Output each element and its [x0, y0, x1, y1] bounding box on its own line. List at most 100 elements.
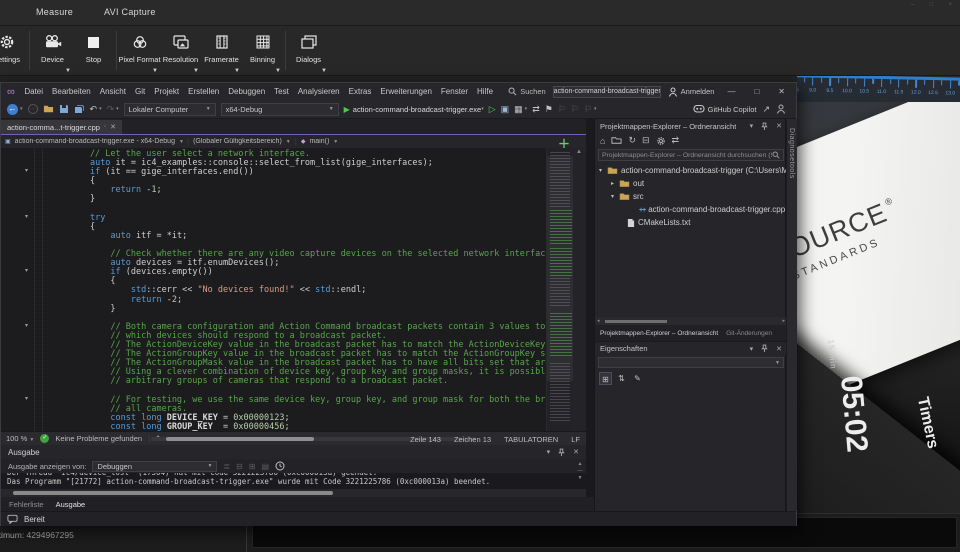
line-indicator[interactable]: Zeile 143 — [410, 435, 441, 444]
minimap[interactable] — [546, 148, 573, 431]
properties-object-combo[interactable]: ▼ — [598, 357, 784, 368]
menu-test[interactable]: Test — [270, 87, 294, 96]
property-pages-icon[interactable]: ✎ — [631, 372, 644, 385]
menu-bearbeiten[interactable]: Bearbeiten — [48, 87, 96, 96]
close-panel-icon[interactable]: ✕ — [573, 448, 579, 456]
capture-button-stop[interactable]: Stop — [73, 26, 114, 75]
configuration-combo[interactable]: x64-Debug▼ — [221, 103, 339, 116]
menu-debuggen[interactable]: Debuggen — [224, 87, 270, 96]
open-folder-icon[interactable] — [43, 104, 54, 114]
scroll-up-icon[interactable]: ▲ — [576, 149, 582, 155]
bookmark-icon[interactable]: ⚐ — [584, 105, 592, 114]
capture-button-device[interactable]: Device▼ — [32, 26, 73, 75]
tree-item-cmakelists-txt[interactable]: CMakeLists.txt — [595, 216, 787, 229]
minimize-button[interactable]: — — [721, 87, 741, 96]
undo-button[interactable]: ↶ — [90, 105, 98, 114]
capture-window-controls[interactable]: – □ × — [911, 2, 956, 8]
capture-button-binning[interactable]: Binning▼ — [242, 26, 283, 75]
navigate-forward-button[interactable]: → — [28, 104, 38, 114]
bookmark-icon[interactable]: ⚑ — [545, 105, 553, 114]
project-context-combo[interactable]: ▣action-command-broadcast-trigger.exe - … — [5, 138, 183, 145]
bookmark-icon[interactable]: ⚐ — [558, 105, 566, 114]
compare-icon[interactable]: ⇄ — [672, 135, 680, 146]
capture-button-dialogs[interactable]: Dialogs▼ — [288, 26, 329, 75]
categorized-icon[interactable]: ⊞ — [599, 372, 612, 385]
scroll-right-icon[interactable]: ▸ — [782, 318, 785, 324]
no-problems-check-icon[interactable]: ✓ — [40, 434, 49, 443]
code-editor[interactable]: // Let the user select a network interfa… — [1, 148, 586, 431]
capture-button-resolution[interactable]: Resolution▼ — [160, 26, 201, 75]
menu-datei[interactable]: Datei — [20, 87, 48, 96]
navigate-back-button[interactable]: ← — [7, 104, 18, 115]
scrollbar-thumb[interactable] — [13, 491, 333, 495]
explorer-tab-projektmappen-explorer-ordneransicht[interactable]: Projektmappen-Explorer – Ordneransicht — [600, 330, 718, 337]
panel-tab-ausgabe[interactable]: Ausgabe — [56, 500, 86, 509]
indent-indicator[interactable]: TABULATOREN — [504, 435, 558, 444]
expanded-icon[interactable]: ▾ — [609, 193, 616, 200]
solution-search-box[interactable]: Projektmappen-Explorer – Ordneransicht d… — [598, 149, 784, 161]
chevron-down-icon[interactable]: ▾ — [750, 345, 754, 353]
scroll-left-icon[interactable]: ◂ — [597, 318, 600, 324]
scope-combo[interactable]: (Globaler Gültigkeitsbereich)▼ — [193, 138, 291, 145]
save-icon[interactable] — [59, 104, 69, 114]
output-tool-icon[interactable]: ⊞ — [249, 462, 256, 471]
output-source-combo[interactable]: Debuggen▼ — [92, 461, 217, 472]
chevron-down-icon[interactable]: ▾ — [750, 122, 754, 130]
capture-button-pixel-format[interactable]: Pixel Format▼ — [119, 26, 160, 75]
sign-in-button[interactable]: Anmelden — [668, 87, 715, 97]
switch-views-icon[interactable] — [611, 136, 622, 145]
bookmark-icon[interactable]: ⚐ — [571, 105, 579, 114]
github-copilot-button[interactable]: GitHub Copilot — [693, 104, 757, 114]
output-tool-icon[interactable]: ≣ — [223, 462, 230, 471]
eol-indicator[interactable]: LF — [571, 435, 580, 444]
pin-icon[interactable] — [761, 344, 768, 353]
run-without-debug-button[interactable]: ▷ — [489, 105, 496, 114]
output-tool-icon[interactable]: ▤ — [262, 462, 270, 471]
clock-icon[interactable] — [275, 461, 285, 471]
capture-tab-avi-capture[interactable]: AVI Capture — [104, 7, 156, 17]
chevron-down-icon[interactable]: ▾ — [547, 448, 551, 456]
pin-icon[interactable] — [761, 122, 768, 131]
zoom-combo[interactable]: 100 % ▼ — [6, 434, 34, 443]
search-box[interactable]: Suchen — [508, 87, 545, 96]
grid-tool-icon[interactable]: ▦ — [514, 105, 523, 114]
gear-icon[interactable] — [656, 136, 666, 146]
collapse-all-icon[interactable]: ⊟ — [642, 135, 650, 146]
debug-target-combo[interactable]: Lokaler Computer▼ — [124, 103, 216, 116]
menu-ansicht[interactable]: Ansicht — [95, 87, 130, 96]
menu-erweiterungen[interactable]: Erweiterungen — [376, 87, 437, 96]
capture-button-framerate[interactable]: Framerate▼ — [201, 26, 242, 75]
minimap-viewport[interactable] — [547, 156, 574, 381]
output-scrollbar[interactable]: ▲—▼ — [575, 461, 585, 489]
explorer-tab-git-nderungen[interactable]: Git-Änderungen — [726, 330, 772, 337]
close-panel-icon[interactable]: ✕ — [776, 122, 782, 130]
editor-vertical-scrollbar[interactable]: ▲ — [573, 148, 586, 431]
refresh-icon[interactable]: ↻ — [628, 135, 636, 146]
view-switcher-icon[interactable]: ▣ — [501, 105, 510, 114]
save-all-icon[interactable] — [74, 104, 85, 114]
tree-item-out[interactable]: ▸out — [595, 177, 787, 190]
scrollbar-thumb[interactable] — [605, 320, 667, 323]
menu-analysieren[interactable]: Analysieren — [293, 87, 344, 96]
maximize-button[interactable]: □ — [748, 87, 765, 96]
start-debugging-button[interactable]: ▶action-command-broadcast-trigger.exe▾ — [344, 105, 484, 114]
close-panel-icon[interactable]: ✕ — [776, 345, 782, 353]
close-tab-icon[interactable]: ✕ — [110, 123, 116, 131]
capture-tab-measure[interactable]: Measure — [36, 7, 73, 17]
scrollbar-thumb[interactable] — [166, 437, 314, 441]
redo-button[interactable]: ↷ — [107, 105, 115, 114]
fold-marker[interactable]: ▾ — [25, 322, 28, 329]
document-tab[interactable]: action-comma...t-trigger.cpp ◦ ✕ — [1, 120, 122, 134]
menu-fenster[interactable]: Fenster — [436, 87, 472, 96]
panel-horizontal-scrollbar[interactable] — [1, 489, 586, 497]
tree-item-action-command-broadcast-trigger[interactable]: ▾action-command-broadcast-trigger (C:\Us… — [595, 164, 787, 177]
menu-extras[interactable]: Extras — [344, 87, 376, 96]
fold-marker[interactable]: ▾ — [25, 267, 28, 274]
menu-git[interactable]: Git — [130, 87, 149, 96]
fold-marker[interactable]: ▾ — [25, 167, 28, 174]
pin-icon[interactable] — [558, 448, 565, 457]
fold-marker[interactable]: ▾ — [25, 395, 28, 402]
capture-button-settings[interactable]: Settings — [0, 26, 27, 75]
solution-horizontal-scrollbar[interactable]: ◂ ▸ — [595, 317, 787, 325]
output-tool-icon[interactable]: ⊟ — [236, 462, 243, 471]
